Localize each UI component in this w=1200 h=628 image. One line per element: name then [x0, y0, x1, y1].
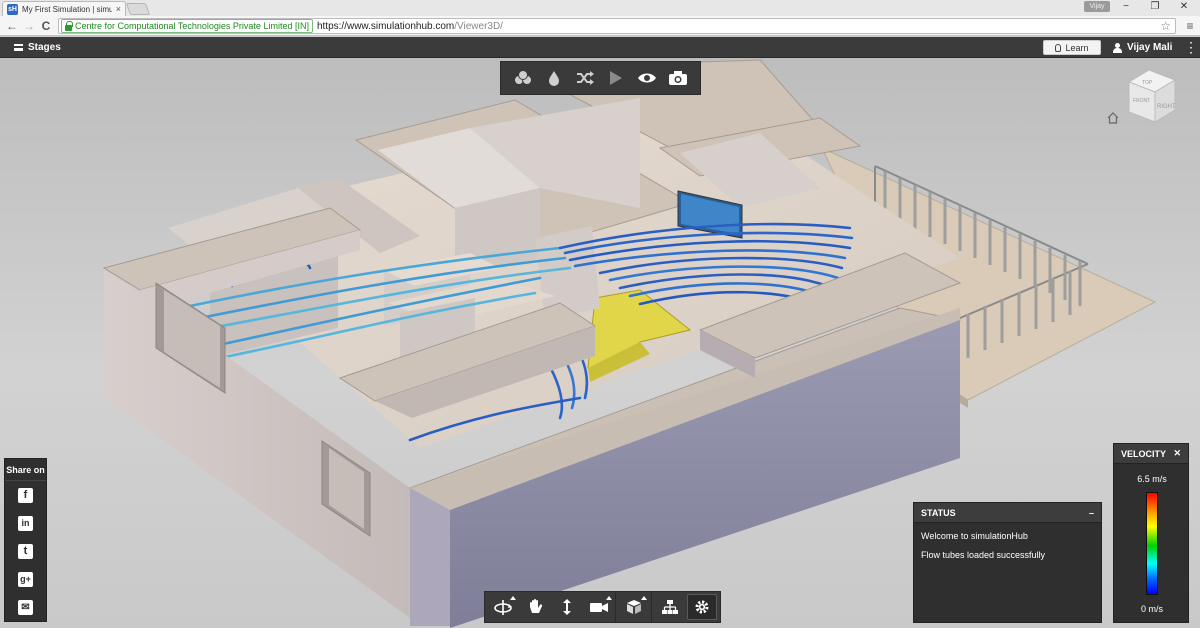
- browser-profile-badge[interactable]: Vijay: [1084, 1, 1110, 12]
- model-tree-icon[interactable]: [655, 594, 685, 620]
- user-menu[interactable]: Vijay Mali: [1113, 37, 1172, 58]
- url-host: https://www.simulationhub.com: [317, 21, 454, 32]
- browser-menu-icon[interactable]: ≡: [1184, 19, 1196, 33]
- tab-title: My First Simulation | simu: [22, 5, 112, 14]
- facebook-icon: f: [18, 488, 33, 503]
- share-linkedin-button[interactable]: in: [5, 509, 46, 537]
- hamburger-icon: [14, 44, 23, 51]
- restore-icon[interactable]: ❐: [1142, 0, 1168, 14]
- pan-hand-icon[interactable]: [520, 594, 550, 620]
- linkedin-icon: in: [18, 516, 33, 531]
- section-toolbar: [615, 591, 653, 623]
- status-message: Welcome to simulationHub: [921, 531, 1094, 541]
- app-header: Stages Learn Vijay Mali ⋮: [0, 37, 1200, 58]
- browser-tab[interactable]: sH My First Simulation | simu ×: [2, 1, 126, 16]
- new-tab-button[interactable]: [126, 3, 150, 15]
- velocity-close-icon[interactable]: ✕: [1173, 448, 1181, 459]
- share-googleplus-button[interactable]: g+: [5, 565, 46, 593]
- user-name: Vijay Mali: [1127, 42, 1172, 53]
- section-caret-icon: [641, 596, 647, 600]
- status-message: Flow tubes loaded successfully: [921, 550, 1094, 560]
- share-title: Share on: [5, 459, 46, 481]
- email-icon: ✉: [18, 600, 33, 615]
- learn-label: Learn: [1065, 43, 1088, 53]
- status-header: STATUS –: [914, 503, 1101, 523]
- home-icon[interactable]: [1108, 113, 1118, 123]
- share-twitter-button[interactable]: t: [5, 537, 46, 565]
- stages-button[interactable]: Stages: [14, 37, 61, 58]
- status-title: STATUS: [921, 508, 956, 518]
- url-field[interactable]: Centre for Computational Technologies Pr…: [58, 18, 1176, 34]
- window-close-icon[interactable]: ✕: [1171, 0, 1197, 14]
- googleplus-icon: g+: [18, 572, 33, 587]
- velocity-legend: VELOCITY ✕ 6.5 m/s 0 m/s: [1113, 443, 1189, 623]
- forward-icon[interactable]: →: [21, 18, 37, 34]
- browser-tab-strip: sH My First Simulation | simu × Vijay − …: [0, 0, 1200, 16]
- model-toolbar: [651, 591, 721, 623]
- share-panel: Share on f in t g+ ✉: [4, 458, 47, 622]
- components-icon[interactable]: [510, 65, 536, 91]
- lightbulb-icon: [1055, 44, 1061, 52]
- ev-certificate-badge[interactable]: Centre for Computational Technologies Pr…: [61, 19, 313, 33]
- stages-label: Stages: [28, 42, 61, 53]
- user-icon: [1113, 43, 1122, 53]
- eye-icon[interactable]: [634, 65, 660, 91]
- camera-view-caret-icon: [606, 596, 612, 600]
- learn-button[interactable]: Learn: [1043, 40, 1101, 55]
- velocity-max-label: 6.5 m/s: [1114, 474, 1190, 484]
- status-messages: Welcome to simulationHub Flow tubes load…: [914, 523, 1101, 577]
- address-bar-row: ← → C Centre for Computational Technolog…: [0, 16, 1200, 36]
- settings-icon[interactable]: [687, 594, 717, 620]
- viewcube-front-label: FRONT: [1133, 98, 1150, 104]
- favicon-icon: sH: [7, 4, 18, 15]
- share-facebook-button[interactable]: f: [5, 481, 46, 509]
- section-cube-icon[interactable]: [619, 594, 649, 620]
- velocity-title: VELOCITY: [1121, 449, 1166, 459]
- share-email-button[interactable]: ✉: [5, 593, 46, 621]
- viewcube-top-label: TOP: [1142, 80, 1153, 86]
- play-icon[interactable]: [603, 65, 629, 91]
- velocity-header: VELOCITY ✕: [1114, 444, 1188, 464]
- reload-icon[interactable]: C: [38, 18, 54, 34]
- zoom-icon[interactable]: [552, 594, 582, 620]
- twitter-icon: t: [18, 544, 33, 559]
- view-cube[interactable]: TOP FRONT RIGHT: [1105, 68, 1185, 138]
- minimize-icon[interactable]: −: [1113, 0, 1139, 14]
- viewcube-right-label: RIGHT: [1157, 104, 1176, 110]
- camera-view-icon[interactable]: [584, 594, 614, 620]
- velocity-min-label: 0 m/s: [1114, 604, 1190, 614]
- url-path: /Viewer3D/: [454, 21, 503, 32]
- 3d-viewport[interactable]: TOP FRONT RIGHT Share on f in t g+ ✉: [0, 58, 1200, 628]
- orbit-icon[interactable]: [488, 594, 518, 620]
- camera-icon[interactable]: [665, 65, 691, 91]
- url-text: https://www.simulationhub.com/Viewer3D/: [317, 21, 503, 32]
- status-collapse-button[interactable]: –: [1089, 508, 1094, 518]
- back-icon[interactable]: ←: [4, 18, 20, 34]
- orbit-caret-icon: [510, 596, 516, 600]
- shuffle-icon[interactable]: [572, 65, 598, 91]
- status-panel: STATUS – Welcome to simulationHub Flow t…: [913, 502, 1102, 623]
- fluid-drop-icon[interactable]: [541, 65, 567, 91]
- top-toolbar: [500, 61, 701, 95]
- navigation-toolbar: [484, 591, 618, 623]
- bookmark-star-icon[interactable]: ☆: [1160, 19, 1171, 33]
- velocity-color-bar: [1146, 492, 1158, 595]
- more-options-icon[interactable]: ⋮: [1184, 37, 1194, 58]
- lock-icon: [65, 25, 72, 31]
- tab-close-icon[interactable]: ×: [116, 4, 121, 14]
- ev-certificate-label: Centre for Computational Technologies Pr…: [75, 21, 309, 31]
